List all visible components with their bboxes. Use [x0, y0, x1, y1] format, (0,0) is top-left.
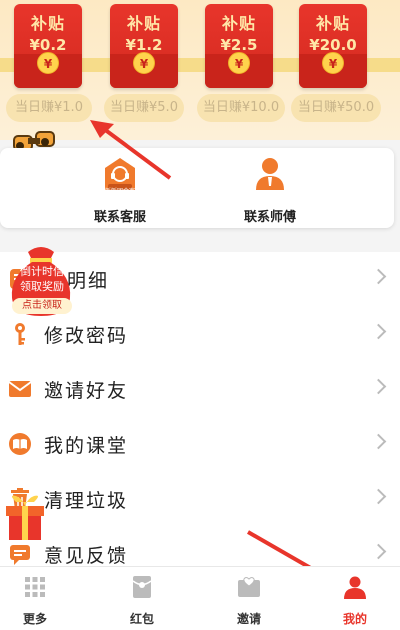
packet-title: 补贴 — [126, 14, 161, 33]
claim-reward-button[interactable]: 点击领取 — [12, 298, 72, 314]
nav-redpacket[interactable]: 红包 — [107, 575, 177, 627]
nav-redpacket-label: 红包 — [129, 612, 154, 626]
envelope-icon — [8, 381, 32, 397]
packet-title: 补贴 — [221, 14, 256, 33]
nav-more-label: 更多 — [22, 612, 47, 626]
nav-mine-label: 我的 — [342, 612, 367, 626]
menu-item-my-classroom[interactable]: 我的课堂 — [0, 417, 400, 472]
chevron-right-icon — [370, 268, 387, 285]
red-packet-2[interactable]: 补贴 ¥1.2 ¥ — [110, 4, 178, 88]
earn-pill-1[interactable]: 当日赚¥1.0 — [6, 94, 92, 122]
chevron-right-icon — [370, 378, 387, 395]
menu-item-label: 邀请好友 — [44, 380, 129, 402]
mentor-label: 联系师傅 — [243, 210, 296, 225]
coin-icon: ¥ — [322, 52, 344, 74]
invite-envelope-icon — [238, 577, 260, 597]
coin-icon: ¥ — [133, 52, 155, 74]
earn-pill-4[interactable]: 当日赚¥50.0 — [291, 94, 381, 122]
user-icon — [344, 576, 366, 599]
earn-pill-3[interactable]: 当日赚¥10.0 — [197, 94, 285, 122]
red-packet-1[interactable]: 补贴 ¥0.2 ¥ — [14, 4, 82, 88]
chevron-right-icon — [370, 323, 387, 340]
menu-item-invite-friends[interactable]: 邀请好友 — [0, 362, 400, 417]
chevron-right-icon — [370, 488, 387, 505]
earn-pill-2[interactable]: 当日赚¥5.0 — [104, 94, 184, 122]
menu-item-label: 我的课堂 — [44, 435, 129, 457]
coin-icon: ¥ — [37, 52, 59, 74]
customer-service-badge: 饭饭团金客 — [104, 188, 135, 195]
nav-mine[interactable]: 我的 — [320, 575, 390, 627]
chevron-right-icon — [370, 433, 387, 450]
feedback-icon — [10, 545, 30, 565]
customer-service-label: 联系客服 — [93, 210, 146, 225]
coin-icon: ¥ — [228, 52, 250, 74]
subsidy-banner: 补贴 ¥0.2 ¥ 补贴 ¥1.2 ¥ 补贴 ¥2.5 ¥ 补贴 ¥20.0 ¥… — [0, 0, 400, 140]
mentor-icon — [256, 158, 284, 190]
book-icon — [9, 433, 31, 455]
menu-item-label: 修改密码 — [44, 325, 129, 347]
customer-service-button[interactable]: 饭饭团金客 联系客服 — [45, 156, 195, 225]
menu-item-label: 清理垃圾 — [44, 490, 129, 512]
nav-invite-label: 邀请 — [236, 612, 261, 626]
chevron-right-icon — [370, 543, 387, 560]
key-icon — [15, 323, 25, 345]
grid-icon — [25, 577, 45, 597]
menu-item-clean-junk[interactable]: 清理垃圾 — [0, 472, 400, 527]
countdown-line-1: 倒计时信 — [20, 265, 64, 278]
nav-invite[interactable]: 邀请 — [214, 575, 284, 627]
red-packet-3[interactable]: 补贴 ¥2.5 ¥ — [205, 4, 273, 88]
packet-title: 补贴 — [30, 14, 65, 33]
countdown-line-2: 领取奖励 — [20, 280, 64, 293]
gift-icon[interactable] — [2, 494, 48, 542]
red-packet-icon — [132, 576, 152, 598]
contact-card: 饭饭团金客 联系客服 联系师傅 — [0, 148, 394, 228]
countdown-text: 倒计时信 领取奖励 — [14, 264, 70, 294]
packet-title: 补贴 — [315, 14, 350, 33]
bottom-nav: 更多 红包 邀请 我的 — [0, 566, 400, 630]
menu-item-label: 意见反馈 — [44, 545, 129, 567]
red-packet-4[interactable]: 补贴 ¥20.0 ¥ — [299, 4, 367, 88]
nav-more[interactable]: 更多 — [0, 575, 70, 627]
contact-mentor-button[interactable]: 联系师傅 — [195, 156, 345, 225]
